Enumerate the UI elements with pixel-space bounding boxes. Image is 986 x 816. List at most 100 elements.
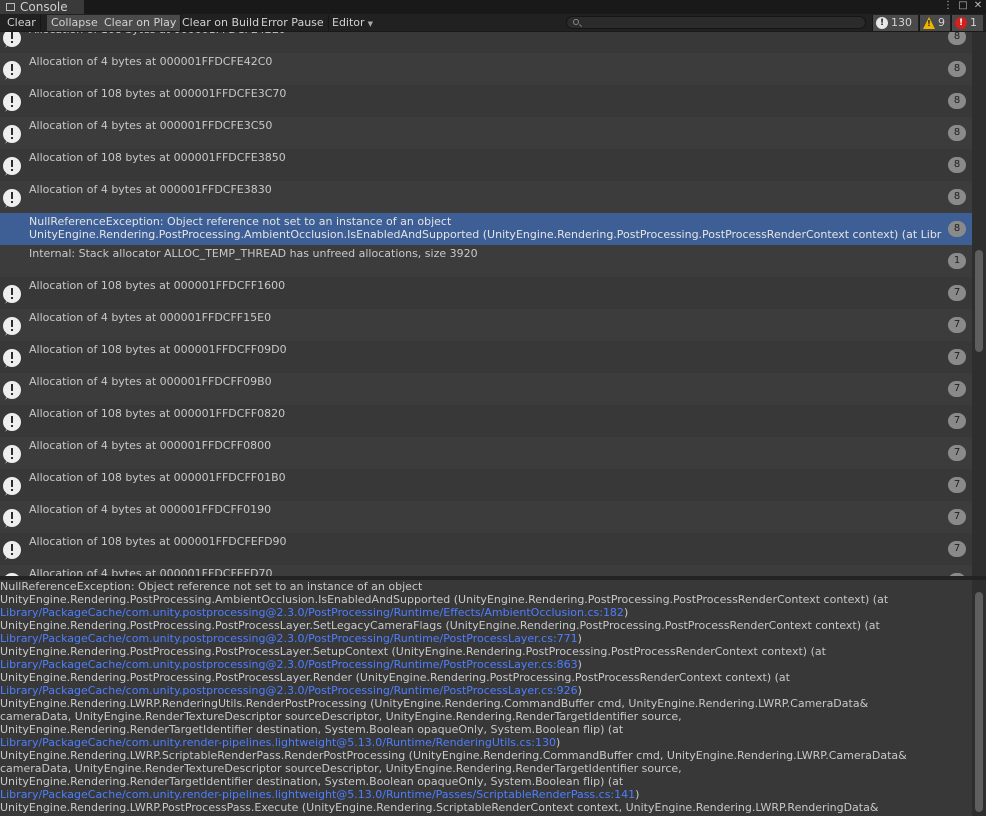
log-entry-text: Allocation of 108 bytes at 000001FFDCFF0… [29, 343, 969, 356]
error-filter-toggle[interactable]: ! 1 [951, 15, 983, 31]
warning-filter-toggle[interactable]: ! 9 [919, 15, 950, 31]
log-entry-text: Allocation of 4 bytes at 000001FFDCFE42C… [29, 55, 969, 68]
log-entry-row[interactable]: Allocation of 4 bytes at 000001FFDCFF080… [0, 437, 972, 469]
log-entry-count-badge: 7 [948, 349, 966, 365]
source-file-link[interactable]: Library/PackageCache/com.unity.postproce… [0, 606, 624, 619]
log-entry-row[interactable]: Allocation of 108 bytes at 000001FFDCFE4… [0, 32, 972, 53]
stack-trace-link-line: Library/PackageCache/com.unity.postproce… [0, 658, 972, 671]
tab-console[interactable]: Console [0, 0, 84, 14]
info-icon [3, 349, 21, 368]
window-tab-bar: Console ⋮ □ ✕ [0, 0, 986, 14]
log-entry-row[interactable]: Allocation of 108 bytes at 000001FFDCFF0… [0, 341, 972, 373]
source-file-link[interactable]: Library/PackageCache/com.unity.postproce… [0, 658, 578, 671]
source-file-link[interactable]: Library/PackageCache/com.unity.render-pi… [0, 736, 556, 749]
info-icon [3, 381, 21, 400]
log-list-scrollbar[interactable] [972, 32, 986, 576]
log-entry-message: Allocation of 4 bytes at 000001FFDCFEFD7… [29, 567, 273, 576]
log-entry-row[interactable]: Allocation of 108 bytes at 000001FFDCFE3… [0, 85, 972, 117]
log-entry-row[interactable]: Allocation of 4 bytes at 000001FFDCFE383… [0, 181, 972, 213]
stack-trace-line: UnityEngine.Rendering.LWRP.PostProcessPa… [0, 801, 972, 814]
info-icon [3, 61, 21, 80]
stack-trace-line: UnityEngine.Rendering.PostProcessing.Pos… [0, 645, 972, 658]
log-entry-row[interactable]: Allocation of 4 bytes at 000001FFDCFF019… [0, 501, 972, 533]
maximize-icon[interactable]: □ [957, 0, 969, 14]
info-icon-tail [5, 363, 10, 368]
close-icon[interactable]: ✕ [972, 0, 984, 14]
info-icon [3, 477, 21, 496]
log-entry-row[interactable]: Allocation of 4 bytes at 000001FFDCFE3C5… [0, 117, 972, 149]
log-entry-row[interactable]: Allocation of 108 bytes at 000001FFDCFE3… [0, 149, 972, 181]
log-entry-message: Allocation of 108 bytes at 000001FFDCFEF… [29, 535, 287, 548]
log-entry-text: Allocation of 108 bytes at 000001FFDCFE3… [29, 151, 969, 164]
log-entry-row[interactable]: Allocation of 4 bytes at 000001FFDCFF09B… [0, 373, 972, 405]
log-entry-row[interactable]: Allocation of 4 bytes at 000001FFDCFEFD7… [0, 565, 972, 576]
info-icon [3, 32, 21, 48]
info-icon [3, 125, 21, 144]
stack-trace-frame: cameraData, UnityEngine.RenderTextureDes… [0, 762, 682, 775]
stack-trace-scrollbar[interactable] [972, 580, 986, 816]
tab-menu-icon[interactable]: ⋮ [942, 0, 954, 14]
stack-trace-line: UnityEngine.Rendering.RenderTargetIdenti… [0, 723, 972, 736]
log-entry-count-badge: 8 [948, 93, 966, 109]
log-entry-text: Allocation of 4 bytes at 000001FFDCFF15E… [29, 311, 969, 324]
source-file-link[interactable]: Library/PackageCache/com.unity.render-pi… [0, 788, 635, 801]
log-entry-count-badge: 7 [948, 445, 966, 461]
collapse-toggle[interactable]: Collapse [47, 15, 103, 31]
info-icon [3, 285, 21, 304]
error-icon [3, 221, 21, 239]
log-entry-row[interactable]: Allocation of 108 bytes at 000001FFDCFF0… [0, 405, 972, 437]
stack-trace-link-line: Library/PackageCache/com.unity.postproce… [0, 684, 972, 697]
log-entry-message: Allocation of 4 bytes at 000001FFDCFF15E… [29, 311, 272, 324]
info-icon-tail [5, 331, 10, 336]
log-entry-message: Allocation of 108 bytes at 000001FFDCFF0… [29, 471, 286, 484]
info-icon: ! [876, 17, 888, 29]
log-entry-message: Allocation of 108 bytes at 000001FFDCFE3… [29, 151, 286, 164]
log-entry-row[interactable]: Allocation of 108 bytes at 000001FFDCFF1… [0, 277, 972, 309]
log-entry-row[interactable]: Allocation of 108 bytes at 000001FFDCFF0… [0, 469, 972, 501]
clear-on-build-toggle[interactable]: Clear on Build [178, 15, 265, 31]
stack-trace-frame: cameraData, UnityEngine.RenderTextureDes… [0, 710, 682, 723]
source-file-link[interactable]: Library/PackageCache/com.unity.postproce… [0, 684, 578, 697]
log-entry-text: Allocation of 108 bytes at 000001FFDCFF0… [29, 407, 969, 420]
log-entry-row[interactable]: NullReferenceException: Object reference… [0, 213, 972, 245]
log-entry-message: Allocation of 108 bytes at 000001FFDCFF1… [29, 279, 286, 292]
log-entry-message: Allocation of 108 bytes at 000001FFDCFE3… [29, 87, 287, 100]
clear-button[interactable]: Clear [3, 15, 41, 31]
info-icon [3, 189, 21, 208]
log-entry-message: Allocation of 4 bytes at 000001FFDCFE3C5… [29, 119, 273, 132]
log-entry-message: Allocation of 4 bytes at 000001FFDCFF080… [29, 439, 272, 452]
log-entry-count-badge: 8 [948, 125, 966, 141]
info-icon [3, 157, 21, 176]
stack-trace-scrollbar-thumb[interactable] [975, 592, 983, 812]
clear-on-play-toggle[interactable]: Clear on Play [100, 15, 182, 31]
log-list-scrollbar-thumb[interactable] [975, 250, 983, 352]
log-entry-text: Allocation of 4 bytes at 000001FFDCFF09B… [29, 375, 969, 388]
log-entry-row[interactable]: Allocation of 4 bytes at 000001FFDCFE42C… [0, 53, 972, 85]
editor-dropdown[interactable]: Editor ▼ [328, 15, 377, 31]
log-list[interactable]: Allocation of 108 bytes at 000001FFDCFE4… [0, 32, 972, 576]
warning-icon [3, 253, 21, 271]
error-count: 1 [970, 16, 977, 29]
log-entry-message: Allocation of 4 bytes at 000001FFDCFF09B… [29, 375, 272, 388]
log-entry-text: Allocation of 108 bytes at 000001FFDCFEF… [29, 535, 969, 548]
info-icon-tail [5, 107, 10, 112]
info-icon-tail [5, 491, 10, 496]
log-entry-row[interactable]: Internal: Stack allocator ALLOC_TEMP_THR… [0, 245, 972, 277]
source-file-link[interactable]: Library/PackageCache/com.unity.postproce… [0, 632, 578, 645]
log-entry-row[interactable]: Allocation of 108 bytes at 000001FFDCFEF… [0, 533, 972, 565]
stack-trace-suffix: ) [577, 658, 582, 671]
search-input[interactable] [583, 17, 853, 28]
log-entry-message: Allocation of 4 bytes at 000001FFDCFF019… [29, 503, 272, 516]
log-entry-text: Allocation of 4 bytes at 000001FFDCFE383… [29, 183, 969, 196]
stack-trace-line: cameraData, UnityEngine.RenderTextureDes… [0, 710, 972, 723]
log-entry-message: Allocation of 108 bytes at 000001FFDCFE4… [29, 32, 286, 36]
log-entry-text: Allocation of 4 bytes at 000001FFDCFF080… [29, 439, 969, 452]
log-entry-row[interactable]: Allocation of 4 bytes at 000001FFDCFF15E… [0, 309, 972, 341]
search-field[interactable] [566, 16, 866, 29]
log-entry-detail-line: UnityEngine.Rendering.PostProcessing.Amb… [29, 228, 942, 241]
info-icon [3, 93, 21, 112]
error-pause-toggle[interactable]: Error Pause [257, 15, 329, 31]
info-icon-tail [5, 75, 10, 80]
info-filter-toggle[interactable]: ! 130 [872, 15, 918, 31]
info-icon-tail [5, 299, 10, 304]
